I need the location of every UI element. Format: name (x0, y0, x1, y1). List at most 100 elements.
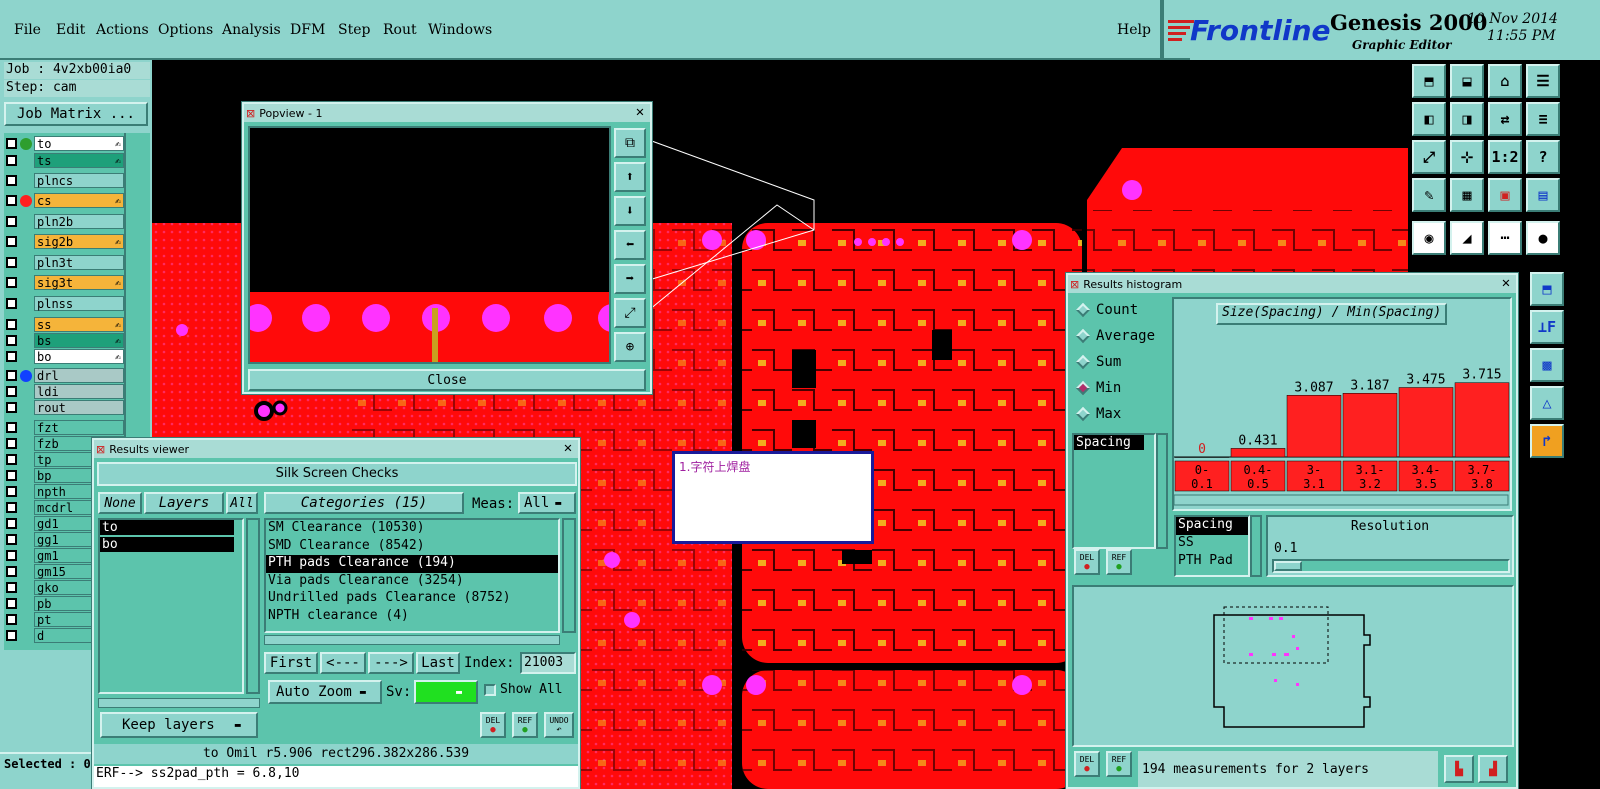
results-viewer-close-icon[interactable]: ✕ (561, 441, 575, 456)
menu-actions[interactable]: Actions (96, 22, 149, 38)
scale-tool-button[interactable]: 1:2 (1488, 140, 1522, 174)
step-left-tool-button[interactable]: ◧ (1412, 102, 1446, 136)
layer-row-pln2b[interactable]: pln2b (6, 213, 124, 230)
popview-zoom-fit-button[interactable]: ⤢ (614, 298, 646, 328)
resolution-list[interactable]: Spacing SS PTH Pad (1174, 515, 1250, 577)
layer-name[interactable]: drl (34, 368, 124, 383)
home-down-tool-button[interactable]: ⬓ (1450, 64, 1484, 98)
layer-row-bs[interactable]: bs ✍ (6, 332, 124, 349)
layer-row-ldi[interactable]: ldi (6, 383, 124, 400)
category-item[interactable]: Via pads Clearance (3254) (266, 573, 558, 591)
step-right-tool-button[interactable]: ◨ (1450, 102, 1484, 136)
menu-options[interactable]: Options (158, 22, 213, 38)
layer-row-drl[interactable]: drl (6, 367, 124, 384)
spacing-list-item[interactable]: Spacing (1074, 435, 1144, 450)
layer-checkbox[interactable] (6, 319, 17, 330)
selected-layer-item[interactable]: to (100, 520, 234, 535)
option-average-radio[interactable]: Average (1072, 323, 1168, 349)
popview-titlebar[interactable]: ⊠ Popview - 1 (244, 104, 650, 122)
layer-name[interactable]: sig3t ✍ (34, 275, 124, 290)
last-button[interactable]: Last (416, 652, 460, 674)
layer-checkbox[interactable] (6, 175, 17, 186)
menu-rout[interactable]: Rout (383, 22, 417, 38)
layer-row-to[interactable]: to ✍ (6, 135, 124, 152)
layer-name[interactable]: pln3t (34, 255, 124, 270)
menu-help[interactable]: Help (1117, 22, 1151, 38)
layers-red-tool-button[interactable]: ▣ (1488, 178, 1522, 212)
job-matrix-button[interactable]: Job Matrix ... (4, 102, 148, 126)
category-item[interactable]: NPTH clearance (4) (266, 608, 558, 626)
layer-name[interactable]: pln2b (34, 214, 124, 229)
resolution-slider-handle[interactable] (1274, 561, 1302, 571)
option-count-radio[interactable]: Count (1072, 297, 1168, 323)
menu-file[interactable]: File (14, 22, 41, 38)
paint-tool-button[interactable]: ✎ (1412, 178, 1446, 212)
layer-name[interactable]: ts ✍ (34, 153, 124, 168)
home-tool-button[interactable]: ⌂ (1488, 64, 1522, 98)
index-field[interactable]: 21003 (520, 652, 576, 674)
overview-map[interactable] (1072, 585, 1514, 747)
zoom-center-tool-button[interactable]: ⊹ (1450, 140, 1484, 174)
histogram-titlebar[interactable]: ⊠ Results histogram (1068, 275, 1516, 293)
dot-tool-button[interactable]: ● (1526, 221, 1560, 255)
grid-tool-button[interactable]: ▦ (1450, 178, 1484, 212)
layer-checkbox[interactable] (6, 335, 17, 346)
hist-export-button[interactable]: ▟ (1478, 755, 1508, 783)
layer-row-fzt[interactable]: fzt (6, 419, 124, 436)
ref-button[interactable]: REF ● (512, 712, 538, 738)
popview-pan-right-button[interactable]: ➡ (614, 264, 646, 294)
layer-checkbox[interactable] (6, 534, 17, 545)
selected-layer-item[interactable]: bo (100, 537, 234, 552)
help-tool-button[interactable]: ? (1526, 140, 1560, 174)
note-box[interactable]: 1.字符上焊盘 (672, 451, 874, 544)
category-list[interactable]: SM Clearance (10530) SMD Clearance (8542)… (264, 518, 560, 633)
popview-zoom-window-button[interactable]: ⧉ (614, 128, 646, 158)
zoom-fit-tool-button[interactable]: ⤢ (1412, 140, 1446, 174)
resolution-list-item[interactable]: Spacing (1176, 517, 1248, 535)
all-button[interactable]: All (226, 492, 258, 514)
layer-name[interactable]: ss ✍ (34, 317, 124, 332)
category-item[interactable]: SMD Clearance (8542) (266, 538, 558, 556)
next-button[interactable]: ---> (368, 652, 414, 674)
layer-checkbox[interactable] (6, 486, 17, 497)
layer-checkbox[interactable] (6, 438, 17, 449)
layer-checkbox[interactable] (6, 236, 17, 247)
layer-name[interactable]: ldi (34, 384, 124, 399)
layer-row-ss[interactable]: ss ✍ (6, 316, 124, 333)
layer-checkbox[interactable] (6, 582, 17, 593)
category-item[interactable]: Undrilled pads Clearance (8752) (266, 590, 558, 608)
layer-row-ts[interactable]: ts ✍ (6, 152, 124, 169)
layer-name[interactable]: plncs (34, 173, 124, 188)
layer-row-sig3t[interactable]: sig3t ✍ (6, 274, 124, 291)
cursor-tool-button[interactable]: ↱ (1530, 424, 1564, 458)
layer-name[interactable]: bs ✍ (34, 333, 124, 348)
layer-checkbox[interactable] (6, 370, 17, 381)
show-all-checkbox[interactable] (484, 684, 496, 696)
layer-checkbox[interactable] (6, 351, 17, 362)
hist-print-button[interactable]: ▙ (1444, 755, 1474, 783)
layer-checkbox[interactable] (6, 195, 17, 206)
layer-name[interactable]: plnss (34, 296, 124, 311)
categories-button[interactable]: Categories (15) (264, 492, 464, 514)
layer-name[interactable]: sig2b ✍ (34, 234, 124, 249)
prev-button[interactable]: <--- (320, 652, 366, 674)
layer-row-pln3t[interactable]: pln3t (6, 254, 124, 271)
command-line[interactable]: ERF--> ss2pad_pth = 6.8,10 (94, 766, 578, 787)
layer-checkbox[interactable] (6, 298, 17, 309)
layer-checkbox[interactable] (6, 386, 17, 397)
category-item[interactable]: PTH pads Clearance (194) (266, 555, 558, 573)
menu-edit[interactable]: Edit (56, 22, 85, 38)
first-button[interactable]: First (264, 652, 318, 674)
layer-checkbox[interactable] (6, 216, 17, 227)
spacing-list-scrollbar[interactable] (1156, 433, 1168, 549)
popview-close-button[interactable]: Close (248, 369, 646, 391)
layer-row-sig2b[interactable]: sig2b ✍ (6, 233, 124, 250)
resolution-slider[interactable] (1272, 559, 1510, 573)
layer-row-plncs[interactable]: plncs (6, 172, 124, 189)
layer-checkbox[interactable] (6, 470, 17, 481)
layer-hscrollbar[interactable] (98, 698, 260, 708)
measure-tool-button[interactable]: ◢ (1450, 221, 1484, 255)
layer-checkbox[interactable] (6, 277, 17, 288)
layer-checkbox[interactable] (6, 566, 17, 577)
popview-pan-down-button[interactable]: ⬇ (614, 196, 646, 226)
